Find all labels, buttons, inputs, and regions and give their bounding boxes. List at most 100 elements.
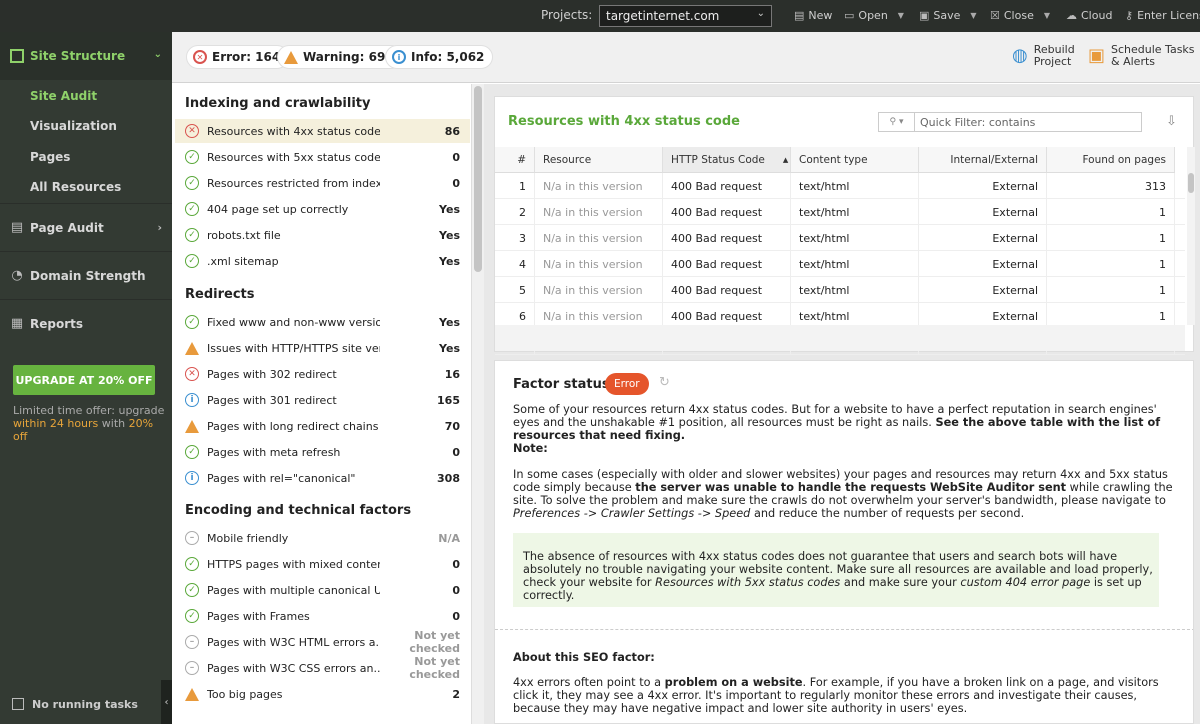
check-icon: ✓ xyxy=(185,228,199,242)
warning-icon xyxy=(185,341,199,355)
factor-group-title[interactable]: Indexing and crawlability xyxy=(185,96,371,111)
factor-row[interactable]: – Mobile friendly N/A xyxy=(175,526,470,550)
factor-group-title[interactable]: Encoding and technical factors xyxy=(185,503,411,518)
sidebar: Site Structure ⌄ Site Audit Visualizatio… xyxy=(0,32,172,724)
sidebar-page-audit[interactable]: ▤ Page Audit › xyxy=(0,203,172,251)
factor-row[interactable]: – Pages with W3C CSS errors an... Not yet … xyxy=(175,655,470,681)
refresh-icon[interactable]: ↻ xyxy=(659,375,670,390)
sidebar-domain-strength[interactable]: ◔ Domain Strength xyxy=(0,251,172,299)
table-row[interactable]: 2 N/a in this version 400 Bad request text/… xyxy=(495,199,1185,225)
table-scrollbar[interactable] xyxy=(1187,147,1195,325)
new-button[interactable]: ▤ New xyxy=(794,9,832,22)
gauge-icon: ◔ xyxy=(11,268,23,283)
table-row[interactable]: 1 N/a in this version 400 Bad request text/… xyxy=(495,173,1185,199)
scrollbar-thumb[interactable] xyxy=(1188,173,1194,193)
sidebar-item-site-audit[interactable]: Site Audit xyxy=(30,89,97,103)
factor-row[interactable]: i Pages with 301 redirect 165 xyxy=(175,388,470,412)
column-header[interactable]: # xyxy=(495,147,535,173)
column-header[interactable]: Content type xyxy=(791,147,919,173)
check-icon: ✓ xyxy=(185,176,199,190)
table-horizontal-scrollbar[interactable] xyxy=(495,325,1185,351)
upgrade-button[interactable]: UPGRADE AT 20% OFF xyxy=(13,365,155,395)
projects-label: Projects: xyxy=(541,8,593,22)
calendar-icon: ▣ xyxy=(1088,45,1106,66)
factor-label: HTTPS pages with mixed content issues xyxy=(207,557,380,571)
resources-table-card: Resources with 4xx status code ⚲ ▾ Quick… xyxy=(494,96,1195,355)
factor-row[interactable]: ✓ Pages with multiple canonical URLs 0 xyxy=(175,578,470,602)
table-cell: 1 xyxy=(1047,251,1175,277)
sidebar-item-pages[interactable]: Pages xyxy=(30,150,70,164)
column-header[interactable]: Found on pages xyxy=(1047,147,1175,173)
running-tasks[interactable]: No running tasks xyxy=(0,684,162,724)
factor-row[interactable]: ✕ Resources with 4xx status code 86 xyxy=(175,119,470,143)
tip-text: The absence of resources with 4xx status… xyxy=(523,550,1153,602)
search-icon[interactable]: ⚲ ▾ xyxy=(879,113,915,131)
quick-filter-input[interactable]: ⚲ ▾ Quick Filter: contains xyxy=(878,112,1142,132)
factor-group-title[interactable]: Redirects xyxy=(185,287,254,302)
table-cell: 400 Bad request xyxy=(663,199,791,225)
detail-pane: Resources with 4xx status code ⚲ ▾ Quick… xyxy=(484,84,1200,724)
factor-label: robots.txt file xyxy=(207,228,281,242)
warning-count-pill[interactable]: Warning: 690 xyxy=(277,45,403,69)
scrollbar-thumb[interactable] xyxy=(474,86,482,272)
save-button[interactable]: ▣ Save ▼ xyxy=(919,9,977,22)
schedule-tasks-button[interactable]: ▣ Schedule Tasks & Alerts xyxy=(1088,44,1195,68)
factor-row[interactable]: Too big pages 2 xyxy=(175,682,470,706)
collapse-sidebar-button[interactable]: ‹ xyxy=(161,680,172,724)
cloud-button[interactable]: ☁ Cloud xyxy=(1066,9,1112,22)
factor-row[interactable]: i Pages with rel="canonical" 308 xyxy=(175,466,470,490)
chevron-down-icon: ▼ xyxy=(970,11,977,20)
project-select[interactable]: targetinternet.com ⌄ xyxy=(599,5,772,27)
audit-summary-bar: ✕ Error: 164 Warning: 690 i Info: 5,062 … xyxy=(172,32,1200,83)
sidebar-site-structure[interactable]: Site Structure ⌄ xyxy=(0,32,172,80)
table-cell: 5 xyxy=(495,277,535,303)
table-row[interactable]: 3 N/a in this version 400 Bad request text/… xyxy=(495,225,1185,251)
table-cell: text/html xyxy=(791,225,919,251)
minus-icon: – xyxy=(185,661,199,675)
factor-row[interactable]: ✓ .xml sitemap Yes xyxy=(175,249,470,273)
column-header[interactable]: Resource xyxy=(535,147,663,173)
open-button[interactable]: ▭ Open ▼ xyxy=(844,9,904,22)
table-cell: External xyxy=(919,277,1047,303)
column-header[interactable]: Internal/External xyxy=(919,147,1047,173)
factor-row[interactable]: – Pages with W3C HTML errors a... Not yet … xyxy=(175,629,470,655)
table-row[interactable]: 5 N/a in this version 400 Bad request text/… xyxy=(495,277,1185,303)
sidebar-item-all-resources[interactable]: All Resources xyxy=(30,180,121,194)
table-cell: External xyxy=(919,251,1047,277)
factor-row[interactable]: ✓ 404 page set up correctly Yes xyxy=(175,197,470,221)
close-button[interactable]: ☒ Close ▼ xyxy=(990,9,1050,22)
error-count-pill[interactable]: ✕ Error: 164 xyxy=(186,45,290,69)
table-row[interactable]: 4 N/a in this version 400 Bad request text/… xyxy=(495,251,1185,277)
table-cell: 400 Bad request xyxy=(663,277,791,303)
sidebar-reports[interactable]: ▦ Reports xyxy=(0,299,172,347)
factor-value: Yes xyxy=(439,315,460,329)
table-cell: 3 xyxy=(495,225,535,251)
factor-row[interactable]: ✓ Resources with 5xx status code 0 xyxy=(175,145,470,169)
sidebar-item-visualization[interactable]: Visualization xyxy=(30,119,117,133)
folder-icon: ▭ xyxy=(844,9,855,22)
enter-license-button[interactable]: ⚷Enter License xyxy=(1125,9,1200,22)
factor-row[interactable]: ✓ Resources restricted from indexing 0 xyxy=(175,171,470,195)
table-cell: 2 xyxy=(495,199,535,225)
factor-row[interactable]: ✓ HTTPS pages with mixed content issues 0 xyxy=(175,552,470,576)
factor-row[interactable]: ✓ Fixed www and non-www versions Yes xyxy=(175,310,470,334)
factor-value: 0 xyxy=(452,583,460,597)
factor-row[interactable]: Pages with long redirect chains 70 xyxy=(175,414,470,438)
factor-label: Pages with 301 redirect xyxy=(207,393,337,407)
factor-list-scrollbar[interactable] xyxy=(472,84,484,724)
factor-value: 0 xyxy=(452,176,460,190)
rebuild-project-button[interactable]: ◍ Rebuild Project xyxy=(1012,44,1075,68)
factor-row[interactable]: Issues with HTTP/HTTPS site versions Yes xyxy=(175,336,470,360)
chevron-down-icon: ⌄ xyxy=(153,49,162,60)
sort-asc-icon: ▲ xyxy=(782,155,789,164)
factor-row[interactable]: ✓ robots.txt file Yes xyxy=(175,223,470,247)
info-count-pill[interactable]: i Info: 5,062 xyxy=(385,45,494,69)
factor-row[interactable]: ✓ Pages with Frames 0 xyxy=(175,604,470,628)
factor-row[interactable]: ✕ Pages with 302 redirect 16 xyxy=(175,362,470,386)
table-cell: 1 xyxy=(1047,225,1175,251)
export-icon[interactable]: ⇩ xyxy=(1166,114,1177,129)
factor-value: 165 xyxy=(437,393,460,407)
factor-row[interactable]: ✓ Pages with meta refresh 0 xyxy=(175,440,470,464)
table-cell: External xyxy=(919,199,1047,225)
column-header[interactable]: HTTP Status Code ▲ xyxy=(663,147,791,173)
